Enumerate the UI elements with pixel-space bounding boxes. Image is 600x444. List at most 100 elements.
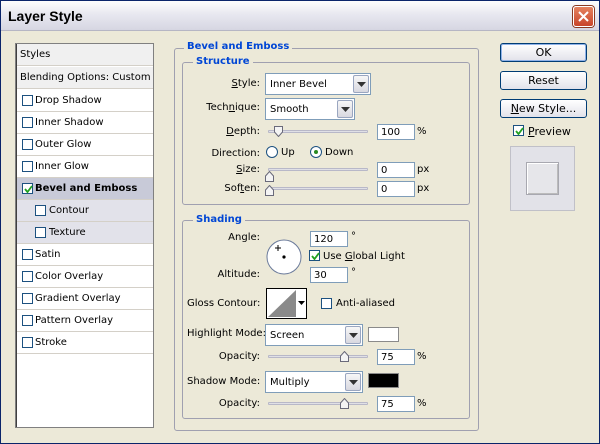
shadow-opacity-input[interactable]: 75 (377, 396, 415, 412)
checkmark-icon (515, 127, 524, 136)
technique-label: Technique: (206, 102, 260, 113)
style-item-bevel-and-emboss[interactable]: Bevel and Emboss (17, 178, 153, 200)
blending-options-label: Blending Options: Custom (20, 72, 151, 83)
reset-button[interactable]: Reset (500, 71, 587, 90)
gloss-contour-label: Gloss Contour: (187, 298, 261, 309)
ok-button[interactable]: OK (500, 43, 587, 62)
title-bar[interactable]: Layer Style (1, 1, 599, 31)
window-title: Layer Style (8, 8, 83, 24)
size-slider-track[interactable] (268, 168, 368, 171)
highlight-opacity-input[interactable]: 75 (377, 349, 415, 365)
size-slider-thumb[interactable] (265, 171, 274, 182)
global-light-checkbox[interactable] (309, 250, 320, 261)
highlight-opacity-label: Opacity: (218, 351, 260, 362)
direction-down-radio[interactable] (310, 146, 322, 158)
style-item-label: Stroke (35, 337, 67, 348)
style-item-checkbox[interactable] (22, 271, 33, 282)
new-style-button[interactable]: New Style... (500, 99, 587, 118)
depth-input[interactable]: 100 (377, 124, 415, 140)
style-item-checkbox[interactable] (22, 161, 33, 172)
style-item-drop-shadow[interactable]: Drop Shadow (17, 90, 153, 112)
style-item-label: Texture (49, 227, 86, 238)
shadow-color-swatch[interactable] (368, 373, 399, 388)
highlight-color-swatch[interactable] (368, 327, 399, 342)
style-item-label: Drop Shadow (35, 95, 102, 106)
gloss-contour-picker[interactable] (266, 288, 307, 319)
style-item-label: Bevel and Emboss (35, 183, 138, 194)
style-item-checkbox[interactable] (22, 293, 33, 304)
anti-aliased-label: Anti-aliased (336, 298, 396, 309)
preview-checkbox[interactable] (513, 125, 524, 136)
style-item-texture[interactable]: Texture (17, 222, 153, 244)
style-item-outer-glow[interactable]: Outer Glow (17, 134, 153, 156)
depth-slider-track[interactable] (268, 130, 368, 133)
soften-slider-thumb[interactable] (265, 185, 274, 196)
style-item-checkbox[interactable] (22, 139, 33, 150)
anti-aliased-checkbox[interactable] (321, 298, 332, 309)
direction-up-radio[interactable] (266, 146, 278, 158)
structure-title: Structure (193, 56, 253, 67)
style-item-checkbox[interactable] (35, 205, 46, 216)
soften-slider-track[interactable] (268, 187, 368, 190)
checkmark-icon (311, 252, 320, 261)
altitude-unit: ° (351, 267, 356, 278)
highlight-mode-select[interactable]: Screen (265, 324, 363, 346)
style-item-checkbox[interactable] (22, 315, 33, 326)
style-item-gradient-overlay[interactable]: Gradient Overlay (17, 288, 153, 310)
style-item-contour[interactable]: Contour (17, 200, 153, 222)
angle-input[interactable]: 120 (310, 231, 348, 247)
style-item-label: Gradient Overlay (35, 293, 121, 304)
highlight-mode-dropdown-button[interactable] (345, 326, 361, 344)
soften-label: Soften: (224, 183, 260, 194)
style-item-checkbox[interactable] (22, 183, 33, 194)
close-button[interactable] (573, 6, 594, 27)
style-item-inner-glow[interactable]: Inner Glow (17, 156, 153, 178)
style-item-inner-shadow[interactable]: Inner Shadow (17, 112, 153, 134)
depth-unit: % (417, 126, 427, 137)
highlight-opacity-track[interactable] (268, 355, 368, 358)
technique-dropdown-button[interactable] (337, 100, 353, 118)
size-unit: px (417, 164, 430, 175)
depth-slider-thumb[interactable] (274, 126, 283, 137)
style-select[interactable]: Inner Bevel (265, 73, 371, 95)
style-item-checkbox[interactable] (22, 95, 33, 106)
styles-header[interactable]: Styles (17, 44, 153, 66)
angle-label: Angle: (228, 232, 260, 243)
altitude-input[interactable]: 30 (310, 267, 348, 283)
angle-dial[interactable] (266, 239, 302, 275)
chevron-down-icon[interactable] (298, 301, 305, 306)
chevron-down-icon (341, 107, 350, 112)
style-item-label: Contour (49, 205, 89, 216)
style-item-checkbox[interactable] (22, 337, 33, 348)
style-item-checkbox[interactable] (35, 227, 46, 238)
soften-input[interactable]: 0 (377, 181, 415, 197)
style-item-label: Outer Glow (35, 139, 92, 150)
soften-unit: px (417, 183, 430, 194)
direction-up-label: Up (281, 147, 295, 158)
shadow-mode-select[interactable]: Multiply (265, 371, 363, 393)
bevel-emboss-title: Bevel and Emboss (184, 41, 293, 52)
depth-label: Depth: (226, 126, 260, 137)
style-item-satin[interactable]: Satin (17, 244, 153, 266)
shadow-mode-dropdown-button[interactable] (345, 373, 361, 391)
shadow-opacity-unit: % (417, 398, 427, 409)
highlight-opacity-unit: % (417, 351, 427, 362)
shadow-opacity-track[interactable] (268, 402, 368, 405)
style-label: Style: (231, 78, 261, 89)
highlight-opacity-thumb[interactable] (340, 351, 349, 362)
style-item-pattern-overlay[interactable]: Pattern Overlay (17, 310, 153, 332)
style-item-stroke[interactable]: Stroke (17, 332, 153, 354)
chevron-down-icon (349, 333, 358, 338)
style-dropdown-button[interactable] (353, 75, 369, 93)
preview-swatch (526, 162, 559, 195)
style-item-checkbox[interactable] (22, 117, 33, 128)
highlight-mode-value: Screen (270, 330, 305, 341)
global-light-label: Use Global Light (323, 251, 405, 262)
shadow-mode-value: Multiply (270, 377, 310, 388)
blending-options-item[interactable]: Blending Options: Custom (17, 67, 153, 89)
style-item-checkbox[interactable] (22, 249, 33, 260)
style-item-color-overlay[interactable]: Color Overlay (17, 266, 153, 288)
technique-select[interactable]: Smooth (265, 98, 355, 120)
shadow-opacity-thumb[interactable] (340, 398, 349, 409)
size-input[interactable]: 0 (377, 162, 415, 178)
